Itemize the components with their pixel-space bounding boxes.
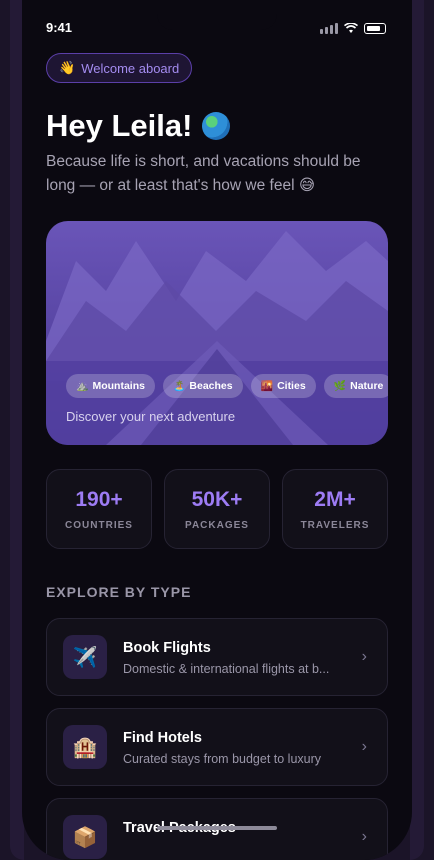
category-label: Cities xyxy=(277,380,306,392)
category-chip-mountains[interactable]: ⛰️ Mountains xyxy=(66,374,155,398)
app-screen: 9:41 👋 Welcome aboard Hey Leila! Because… xyxy=(22,0,412,860)
stat-value: 190+ xyxy=(75,488,123,511)
welcome-label: Welcome aboard xyxy=(81,60,180,76)
city-icon: 🌇 xyxy=(260,380,274,392)
item-title: Book Flights xyxy=(123,640,211,656)
stat-value: 50K+ xyxy=(191,488,243,511)
hero-card[interactable]: ⛰️ Mountains 🏝️ Beaches 🌇 Cities 🌿 Nature Disco… xyxy=(46,221,388,445)
stat-label: TRAVELERS xyxy=(300,520,370,531)
status-time: 9:41 xyxy=(46,20,73,35)
section-title: EXPLORE BY TYPE xyxy=(46,584,192,600)
chevron-right-icon: › xyxy=(361,648,367,665)
waving-hand-icon: 👋 xyxy=(59,60,76,75)
category-chips: ⛰️ Mountains 🏝️ Beaches 🌇 Cities 🌿 Nature xyxy=(66,374,388,398)
item-description: Domestic & international flights at b... xyxy=(123,662,330,676)
status-bar: 9:41 xyxy=(46,20,386,40)
greeting-subtitle: Because life is short, and vacations sho… xyxy=(46,153,361,194)
chevron-right-icon: › xyxy=(361,738,367,755)
beach-icon: 🏝️ xyxy=(172,380,186,392)
phone-frame: 9:41 👋 Welcome aboard Hey Leila! Because… xyxy=(0,0,434,860)
explore-item-flights[interactable]: ✈️ Book Flights Domestic & international… xyxy=(46,618,388,696)
greeting-text: Hey Leila! xyxy=(46,108,193,143)
bezel-right xyxy=(410,0,424,860)
welcome-badge: 👋 Welcome aboard xyxy=(46,53,193,83)
stat-label: COUNTRIES xyxy=(65,520,133,531)
stat-card-packages: 50K+ PACKAGES xyxy=(164,469,270,549)
mountain-icon: ⛰️ xyxy=(76,380,89,392)
signal-icon xyxy=(320,23,338,34)
category-label: Nature xyxy=(350,380,384,392)
airplane-icon: ✈️ xyxy=(63,635,107,679)
category-label: Mountains xyxy=(92,380,145,392)
wifi-icon xyxy=(344,23,358,33)
home-indicator[interactable] xyxy=(157,826,277,830)
category-chip-nature[interactable]: 🌿 Nature xyxy=(323,374,388,398)
item-description: Curated stays from budget to luxury xyxy=(123,752,322,766)
category-chip-cities[interactable]: 🌇 Cities xyxy=(250,374,316,398)
stat-card-countries: 190+ COUNTRIES xyxy=(46,469,152,549)
package-icon: 📦 xyxy=(63,815,107,859)
greeting-title: Hey Leila! xyxy=(46,108,231,144)
stat-label: PACKAGES xyxy=(185,520,249,531)
stat-card-travelers: 2M+ TRAVELERS xyxy=(282,469,388,549)
explore-item-hotels[interactable]: 🏨 Find Hotels Curated stays from budget … xyxy=(46,708,388,786)
category-chip-beaches[interactable]: 🏝️ Beaches xyxy=(162,374,243,398)
hero-tagline: Discover your next adventure xyxy=(66,409,236,424)
hotel-icon: 🏨 xyxy=(63,725,107,769)
leaf-icon: 🌿 xyxy=(333,380,347,392)
globe-icon xyxy=(202,112,231,140)
battery-icon xyxy=(364,23,386,34)
category-label: Beaches xyxy=(189,380,233,392)
status-icons xyxy=(320,23,386,34)
stat-value: 2M+ xyxy=(314,488,356,511)
chevron-right-icon: › xyxy=(361,828,367,845)
item-title: Find Hotels xyxy=(123,730,202,746)
